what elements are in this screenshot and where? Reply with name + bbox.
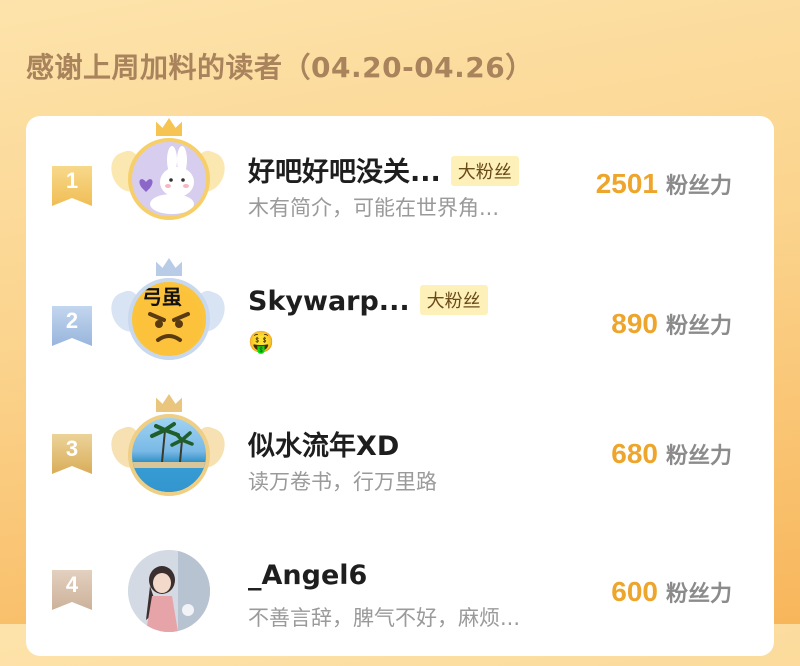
rank-badge-silver: 2 — [52, 306, 92, 346]
rank-number: 1 — [65, 168, 79, 193]
crown-icon — [156, 118, 182, 136]
super-fan-badge: 大粉丝 — [419, 284, 488, 315]
rank-badge-gold: 1 — [52, 166, 92, 206]
fan-power-value: 680 — [611, 438, 658, 469]
reader-bio: 木有简介，可能在世界角... — [248, 196, 500, 220]
rank-number: 2 — [65, 308, 79, 333]
reader-name[interactable]: 似水流年XD — [248, 424, 399, 463]
fan-power-value: 2501 — [595, 168, 658, 199]
angry-emoji-avatar-icon: 弓虽 — [136, 285, 202, 355]
reader-name-text: _Angel6 — [248, 560, 368, 591]
reader-name[interactable]: 好吧好吧没关... 大粉丝 — [248, 150, 519, 189]
rank-badge-bronze: 3 — [52, 434, 92, 474]
beach-avatar-icon — [132, 422, 206, 492]
avatar-frame[interactable] — [108, 530, 228, 650]
reader-bio: 不善言辞，脾气不好，麻烦... — [248, 606, 521, 630]
avatar-frame-silver[interactable]: 弓虽 — [106, 258, 230, 378]
avatar-frame-bronze[interactable] — [106, 394, 230, 514]
super-fan-badge: 大粉丝 — [450, 155, 519, 186]
reader-bio: 读万卷书，行万里路 — [248, 470, 437, 494]
fan-power-label: 粉丝力 — [665, 314, 732, 339]
fan-power: 890 粉丝力 — [611, 308, 732, 340]
rank-number: 4 — [65, 572, 79, 597]
reader-name-text: Skywarp... — [248, 286, 410, 317]
crown-icon — [156, 258, 182, 276]
ranking-row[interactable]: 3 似水流年XD 读万卷书，行万里路 680 粉丝力 — [26, 394, 774, 524]
fan-power: 680 粉丝力 — [611, 438, 732, 470]
avatar — [128, 414, 210, 496]
fan-power-label: 粉丝力 — [665, 444, 732, 469]
ranking-row[interactable]: 1 好吧好吧没关... 大粉丝 木有简介，可能在世界角... 2501 粉丝力 — [26, 116, 774, 246]
page-title: 感谢上周加料的读者（04.20-04.26） — [26, 51, 534, 84]
fan-power: 2501 粉丝力 — [596, 168, 732, 200]
svg-text:弓虽: 弓虽 — [142, 285, 182, 309]
reader-name[interactable]: _Angel6 — [248, 560, 367, 591]
fan-power: 600 粉丝力 — [611, 576, 732, 608]
ranking-row[interactable]: 4 _Angel6 不善言辞，脾气不好，麻烦... 600 粉丝力 — [26, 536, 774, 666]
ranking-row[interactable]: 2 弓虽 Skywarp... 大粉丝 🤑 890 粉丝力 — [26, 256, 774, 386]
avatar: 弓虽 — [128, 278, 210, 360]
fan-power-value: 600 — [611, 576, 658, 607]
avatar-frame-gold[interactable] — [106, 118, 230, 238]
crown-icon — [156, 394, 182, 412]
reader-name[interactable]: Skywarp... 大粉丝 — [248, 284, 488, 318]
reader-bio: 🤑 — [248, 330, 275, 354]
fan-power-label: 粉丝力 — [665, 582, 732, 607]
avatar — [128, 138, 210, 220]
rank-number: 3 — [65, 436, 79, 461]
anime-girl-avatar-icon — [128, 550, 210, 632]
avatar — [128, 550, 210, 632]
reader-ranking-card: 1 好吧好吧没关... 大粉丝 木有简介，可能在世界角... 2501 粉丝力 … — [26, 116, 774, 656]
reader-name-text: 好吧好吧没关... — [248, 157, 441, 188]
rank-badge-4: 4 — [52, 570, 92, 610]
reader-name-text: 似水流年XD — [248, 431, 400, 462]
bunny-avatar-icon — [139, 146, 194, 214]
fan-power-label: 粉丝力 — [665, 174, 732, 199]
fan-power-value: 890 — [611, 308, 658, 339]
